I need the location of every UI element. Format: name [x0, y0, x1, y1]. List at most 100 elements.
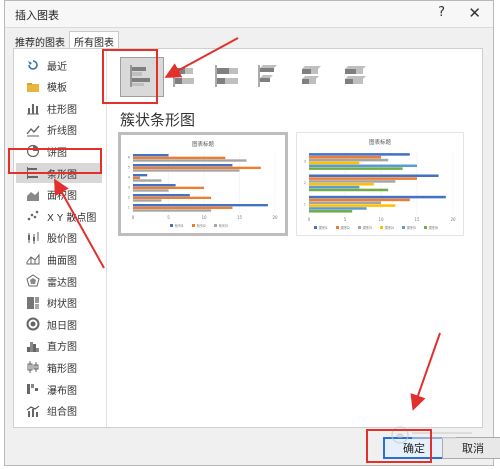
sidebar-item-radar-chart[interactable]: 雷达图 — [16, 271, 102, 291]
preview-bar — [133, 199, 162, 202]
close-icon[interactable]: ✕ — [468, 4, 481, 22]
preview-bar — [133, 196, 212, 200]
preview-bar — [309, 207, 367, 210]
sidebar-item-label: 箱形图 — [47, 363, 77, 375]
chart-preview-option-2[interactable]: 图表标题 0 5 10 15 20 1 2 3 类别1 类别2 类别3 类别4 类别5 类别6 — [296, 132, 464, 236]
sidebar-item-label: 柱形图 — [47, 104, 77, 116]
preview-category-label: 1 — [304, 202, 306, 206]
preview-bar — [133, 209, 212, 212]
box-chart-icon — [26, 360, 40, 374]
preview-bar — [133, 176, 141, 180]
preview-x-tick: 15 — [414, 217, 420, 222]
preview-bar — [133, 194, 190, 197]
preview-bar — [309, 204, 396, 207]
sidebar-item-box-chart[interactable]: 箱形图 — [16, 357, 102, 377]
sidebar-item-label: X Y 散点图 — [47, 212, 97, 224]
preview-bar — [309, 210, 353, 213]
sidebar-item-pie-chart[interactable]: 饼图 — [16, 141, 102, 161]
sidebar-item-label: 直方图 — [47, 342, 77, 354]
preview-category-label: 3 — [304, 160, 306, 164]
preview-legend-swatch — [192, 224, 195, 227]
preview-bar — [309, 180, 396, 183]
preview-legend-label: 系列1 — [175, 223, 184, 228]
sidebar-item-label: 折线图 — [47, 126, 77, 138]
preview-bar — [133, 166, 261, 170]
dialog-content: 最近 模板柱形图折线图饼图条形图 面积图 X Y 散点图股价图 曲面图雷达图树状图 旭日图… — [13, 48, 483, 428]
preview-legend-swatch — [170, 224, 173, 227]
recent-icon — [26, 58, 40, 72]
preview-bar — [133, 179, 162, 182]
bar-chart-icon — [26, 166, 40, 180]
preview-legend-label: 类别5 — [407, 225, 416, 230]
column-chart-icon — [26, 101, 40, 115]
preview-bar — [309, 198, 410, 202]
chart-preview-option-1[interactable]: 图表标题 0 5 10 15 20 1 2 3 4 5 6 系列1 系列2 系列3 — [118, 132, 288, 236]
sidebar-item-column-chart[interactable]: 柱形图 — [16, 98, 102, 118]
preview-bar — [309, 195, 446, 199]
sidebar-item-scatter-chart[interactable]: X Y 散点图 — [16, 206, 102, 226]
help-icon[interactable]: ? — [438, 5, 445, 20]
sidebar-item-sunburst-chart[interactable]: 旭日图 — [16, 314, 102, 334]
preview-bar — [309, 177, 417, 180]
chart-subtype-row — [108, 53, 482, 97]
waterfall-chart-icon — [26, 382, 40, 396]
sidebar-item-line-chart[interactable]: 折线图 — [16, 120, 102, 140]
stock-chart-icon — [26, 231, 40, 245]
sidebar-item-label: 瀑布图 — [47, 385, 77, 397]
preview-bar — [309, 164, 417, 168]
preview-bar — [133, 204, 268, 207]
3d-clustered-bar-icon — [256, 63, 284, 92]
subtype-3d-clustered-bar[interactable] — [248, 57, 292, 97]
preview-x-tick: 20 — [450, 217, 456, 222]
preview-bar — [309, 201, 381, 205]
sidebar-item-waterfall-chart[interactable]: 瀑布图 — [16, 379, 102, 399]
preview-category-label: 3 — [128, 186, 130, 190]
preview-bar — [309, 153, 410, 156]
sidebar-item-combo-chart[interactable]: 组合图 — [16, 401, 102, 421]
pie-chart-icon — [26, 144, 40, 158]
sidebar-item-stock-chart[interactable]: 股价图 — [16, 228, 102, 248]
sidebar-item-label: 组合图 — [47, 407, 77, 419]
preview-legend-swatch — [336, 226, 339, 229]
dialog-titlebar: 插入图表 ? ✕ — [5, 1, 493, 28]
preview-chart-title: 图表标题 — [369, 138, 392, 146]
preview-x-tick: 10 — [201, 215, 207, 220]
sidebar-item-label: 雷达图 — [47, 277, 77, 289]
preview-x-tick: 20 — [272, 215, 278, 220]
preview-bar — [133, 189, 169, 192]
dialog-tabs: 推荐的图表 所有图表 — [11, 31, 119, 51]
preview-bar — [309, 161, 360, 165]
subtype-3d-stacked-bar[interactable] — [290, 57, 334, 97]
chart-preview-1-svg: 图表标题 0 5 10 15 20 1 2 3 4 5 6 系列1 系列2 系列3 — [128, 140, 278, 228]
preview-legend-label: 类别4 — [385, 225, 395, 230]
insert-chart-dialog: 插入图表 ? ✕ 推荐的图表 所有图表 最近 模板柱形图折线图饼图条形图 面积图 X Y… — [4, 0, 500, 466]
sidebar-item-bar-chart[interactable]: 条形图 — [16, 163, 102, 183]
watermark-logo — [390, 424, 480, 450]
preview-category-label: 4 — [128, 176, 131, 180]
preview-legend-swatch — [380, 226, 383, 229]
preview-bar — [133, 184, 176, 187]
preview-category-label: 5 — [128, 166, 130, 170]
sidebar-item-histogram-chart[interactable]: 直方图 — [16, 336, 102, 356]
subtype-100-stacked-bar[interactable] — [205, 57, 249, 97]
subtype-clustered-bar[interactable] — [120, 57, 164, 97]
scatter-chart-icon — [26, 209, 40, 223]
sidebar-item-surface-chart[interactable]: 曲面图 — [16, 249, 102, 269]
preview-x-tick: 5 — [167, 215, 170, 220]
preview-bar — [133, 159, 247, 162]
preview-chart-title: 图表标题 — [192, 140, 215, 148]
sidebar-item-area-chart[interactable]: 面积图 — [16, 185, 102, 205]
sidebar-item-recent[interactable]: 最近 — [16, 55, 102, 75]
preview-bar — [133, 174, 148, 177]
preview-legend-label: 类别1 — [319, 225, 328, 230]
preview-legend-swatch — [402, 226, 405, 229]
stacked-bar-icon — [171, 63, 199, 92]
sidebar-item-treemap-chart[interactable]: 树状图 — [16, 293, 102, 313]
preview-legend-swatch — [314, 226, 317, 229]
preview-bar — [133, 156, 226, 160]
subtype-3d-100-stacked-bar[interactable] — [333, 57, 377, 97]
preview-x-tick: 0 — [308, 217, 311, 222]
subtype-stacked-bar[interactable] — [163, 57, 207, 97]
sidebar-item-folder[interactable]: 模板 — [16, 77, 102, 97]
sidebar-item-label: 饼图 — [47, 147, 67, 159]
